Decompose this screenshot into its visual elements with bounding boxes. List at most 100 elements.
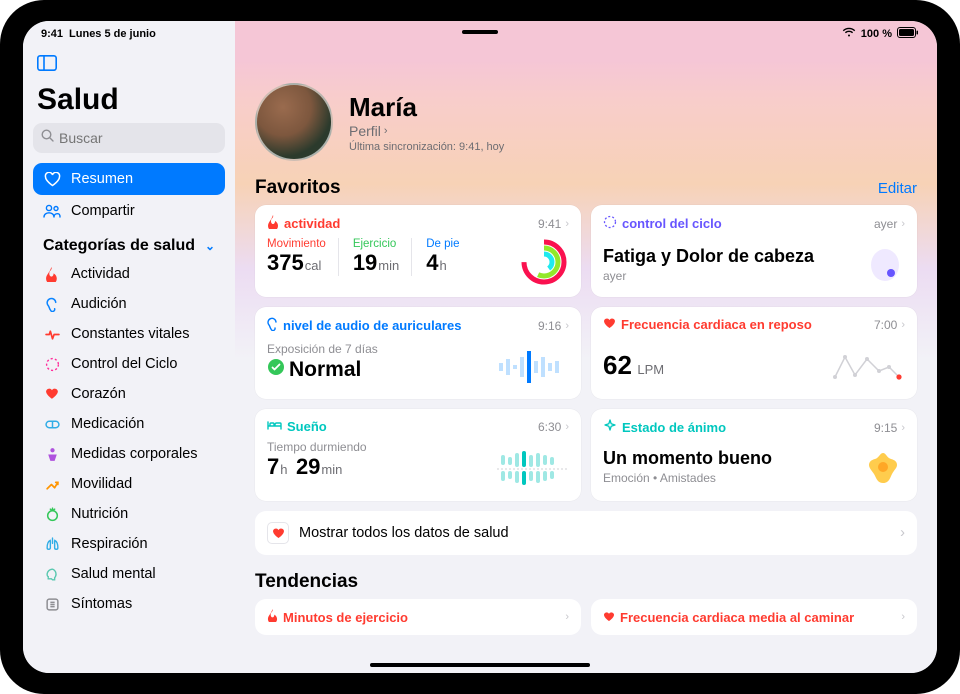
category-label: Movilidad bbox=[71, 476, 132, 492]
sidebar-toggle-button[interactable] bbox=[33, 49, 61, 77]
card-cycle[interactable]: control del ciclo ayer› Fatiga y Dolor d… bbox=[591, 205, 917, 297]
nav-summary-label: Resumen bbox=[71, 171, 133, 187]
category-item-flame[interactable]: Actividad bbox=[33, 259, 225, 289]
profile-link[interactable]: Perfil › bbox=[349, 123, 504, 139]
card-sleep-title: Sueño bbox=[287, 419, 327, 434]
category-item-symptoms[interactable]: Síntomas bbox=[33, 589, 225, 619]
show-all-health-data-button[interactable]: Mostrar todos los datos de salud › bbox=[255, 511, 917, 555]
heart-icon bbox=[43, 385, 61, 403]
category-label: Síntomas bbox=[71, 596, 132, 612]
favorites-title: Favoritos bbox=[255, 177, 341, 199]
home-indicator[interactable] bbox=[370, 663, 590, 667]
lungs-icon bbox=[43, 535, 61, 553]
status-time: 9:41 bbox=[41, 28, 63, 40]
heart-square-icon bbox=[267, 522, 289, 544]
category-item-nutrition[interactable]: Nutrición bbox=[33, 499, 225, 529]
chevron-down-icon: ⌄ bbox=[205, 239, 215, 253]
profile-header[interactable]: María Perfil › Última sincronización: 9:… bbox=[255, 83, 917, 161]
card-activity[interactable]: actividad 9:41› Movimiento 375cal Ejerci… bbox=[255, 205, 581, 297]
chevron-right-icon: › bbox=[901, 319, 905, 331]
mood-star-graphic bbox=[863, 449, 903, 489]
card-heart[interactable]: Frecuencia cardiaca en reposo 7:00› 62 L… bbox=[591, 307, 917, 399]
sidebar-title: Salud bbox=[37, 83, 221, 117]
cycle-graphic bbox=[865, 245, 903, 285]
category-item-pill[interactable]: Medicación bbox=[33, 409, 225, 439]
search-input[interactable] bbox=[59, 130, 235, 146]
battery-text: 100 % bbox=[861, 28, 892, 40]
mental-icon bbox=[43, 565, 61, 583]
card-heart-title: Frecuencia cardiaca en reposo bbox=[621, 317, 812, 332]
heart-outline-icon bbox=[43, 170, 61, 188]
category-label: Respiración bbox=[71, 536, 148, 552]
card-mood[interactable]: Estado de ánimo 9:15› Un momento bueno E… bbox=[591, 409, 917, 501]
categories-header[interactable]: Categorías de salud ⌄ bbox=[33, 227, 225, 259]
status-date: Lunes 5 de junio bbox=[69, 28, 156, 40]
ear-icon bbox=[267, 317, 278, 334]
search-field[interactable] bbox=[33, 123, 225, 153]
category-label: Nutrición bbox=[71, 506, 128, 522]
card-activity-title: actividad bbox=[284, 216, 340, 231]
flame-icon bbox=[267, 609, 278, 625]
card-audio-title: nivel de audio de auriculares bbox=[283, 318, 461, 333]
category-label: Control del Ciclo bbox=[71, 356, 177, 372]
chevron-right-icon: › bbox=[901, 422, 905, 434]
chevron-right-icon: › bbox=[901, 611, 905, 623]
pill-icon bbox=[43, 415, 61, 433]
vitals-icon bbox=[43, 325, 61, 343]
profile-name: María bbox=[349, 92, 504, 123]
activity-rings-icon bbox=[521, 239, 567, 285]
nav-summary[interactable]: Resumen bbox=[33, 163, 225, 195]
chevron-right-icon: › bbox=[565, 218, 569, 230]
category-item-heart[interactable]: Corazón bbox=[33, 379, 225, 409]
trend-card-exercise-minutes[interactable]: Minutos de ejercicio › bbox=[255, 599, 581, 635]
flame-icon bbox=[267, 215, 279, 232]
categories-title: Categorías de salud bbox=[43, 237, 195, 255]
category-label: Salud mental bbox=[71, 566, 156, 582]
chevron-right-icon: › bbox=[384, 125, 388, 137]
people-icon bbox=[43, 202, 61, 220]
heart-line-graphic bbox=[833, 347, 903, 387]
card-cycle-title: control del ciclo bbox=[622, 216, 722, 231]
category-label: Constantes vitales bbox=[71, 326, 189, 342]
nav-share-label: Compartir bbox=[71, 203, 135, 219]
bed-icon bbox=[267, 419, 282, 434]
profile-sync: Última sincronización: 9:41, hoy bbox=[349, 141, 504, 153]
main-content: María Perfil › Última sincronización: 9:… bbox=[235, 21, 937, 673]
sleep-bars-graphic bbox=[497, 449, 567, 489]
trends-title: Tendencias bbox=[255, 571, 917, 593]
category-label: Medidas corporales bbox=[71, 446, 198, 462]
category-item-lungs[interactable]: Respiración bbox=[33, 529, 225, 559]
category-item-cycle[interactable]: Control del Ciclo bbox=[33, 349, 225, 379]
wifi-icon bbox=[842, 27, 856, 40]
search-icon bbox=[41, 129, 54, 147]
nav-share[interactable]: Compartir bbox=[33, 195, 225, 227]
front-camera-pill bbox=[462, 30, 498, 34]
trend-card-walking-hr[interactable]: Frecuencia cardiaca media al caminar › bbox=[591, 599, 917, 635]
category-label: Actividad bbox=[71, 266, 130, 282]
category-item-mental[interactable]: Salud mental bbox=[33, 559, 225, 589]
card-mood-title: Estado de ánimo bbox=[622, 420, 726, 435]
audio-bars-graphic bbox=[497, 347, 567, 387]
heart-fill-icon bbox=[603, 610, 615, 625]
category-item-body[interactable]: Medidas corporales bbox=[33, 439, 225, 469]
card-sleep[interactable]: Sueño 6:30› Tiempo durmiendo 7h 29min bbox=[255, 409, 581, 501]
edit-favorites-button[interactable]: Editar bbox=[878, 180, 917, 197]
body-icon bbox=[43, 445, 61, 463]
category-item-vitals[interactable]: Constantes vitales bbox=[33, 319, 225, 349]
symptoms-icon bbox=[43, 595, 61, 613]
chevron-right-icon: › bbox=[565, 320, 569, 332]
avatar[interactable] bbox=[255, 83, 333, 161]
sparkle-icon bbox=[603, 419, 617, 436]
cycle-icon bbox=[603, 215, 617, 232]
flame-icon bbox=[43, 265, 61, 283]
card-audio[interactable]: nivel de audio de auriculares 9:16› Expo… bbox=[255, 307, 581, 399]
status-bar: 9:41 Lunes 5 de junio 100 % bbox=[23, 21, 937, 43]
chevron-right-icon: › bbox=[565, 611, 569, 623]
heart-fill-icon bbox=[603, 317, 616, 332]
chevron-right-icon: › bbox=[565, 421, 569, 433]
category-label: Medicación bbox=[71, 416, 144, 432]
category-item-ear[interactable]: Audición bbox=[33, 289, 225, 319]
category-item-mobility[interactable]: Movilidad bbox=[33, 469, 225, 499]
sidebar: Salud Resumen Compartir bbox=[23, 21, 235, 673]
category-label: Corazón bbox=[71, 386, 126, 402]
